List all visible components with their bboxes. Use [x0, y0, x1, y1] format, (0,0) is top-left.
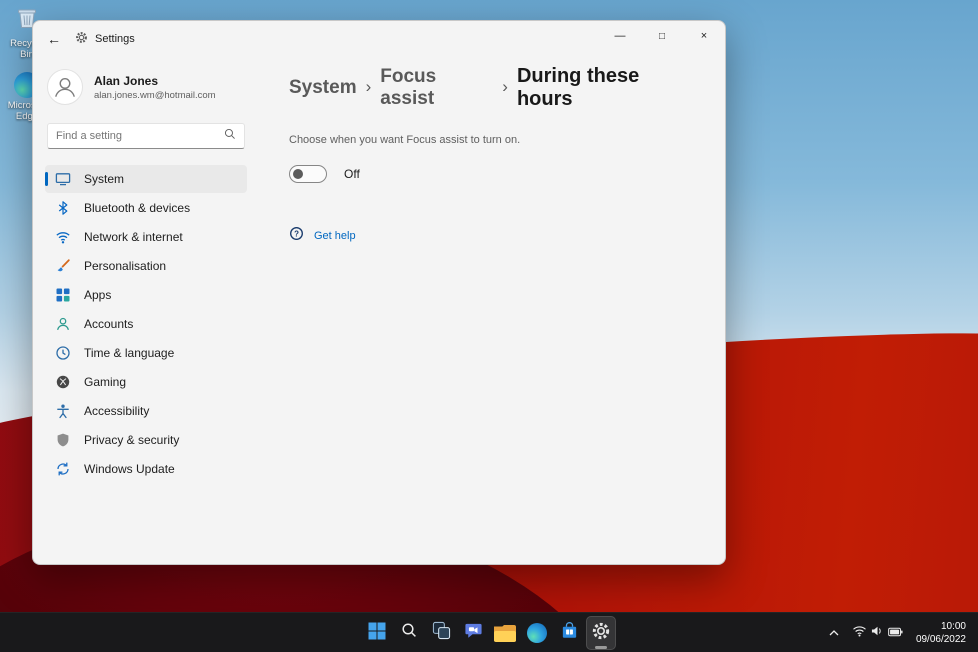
chevron-right-icon: › [502, 77, 508, 96]
chevron-right-icon: › [365, 77, 372, 96]
nav-item-network-internet[interactable]: Network & internet [45, 223, 247, 251]
network-volume-battery-button[interactable] [847, 617, 908, 649]
accounts-person-icon [55, 316, 71, 332]
nav-label: Apps [84, 288, 112, 302]
xbox-icon [55, 374, 71, 390]
clock-icon [55, 345, 71, 361]
clock-time: 10:00 [940, 620, 966, 632]
settings-gear-icon [591, 621, 611, 646]
svg-text:?: ? [294, 229, 299, 238]
tray-overflow-button[interactable] [823, 617, 845, 649]
user-email: alan.jones.wm@hotmail.com [94, 89, 216, 101]
bluetooth-icon [55, 200, 71, 216]
taskbar-search-button[interactable] [394, 616, 424, 650]
account-info: Alan Jones alan.jones.wm@hotmail.com [94, 74, 216, 101]
system-tray: 10:00 09/06/2022 [823, 613, 972, 652]
file-explorer-button[interactable] [490, 616, 520, 650]
nav-label: Gaming [84, 375, 127, 389]
breadcrumb: System › Focus assist › During these hou… [289, 65, 697, 111]
nav-label: Time & language [84, 346, 175, 360]
nav-label: Accessibility [84, 404, 150, 418]
breadcrumb-system[interactable]: System [289, 77, 357, 99]
nav-label: Personalisation [84, 259, 167, 273]
edge-button[interactable] [522, 616, 552, 650]
chat-icon [464, 621, 483, 645]
search-input[interactable] [56, 130, 224, 142]
search-icon [401, 622, 418, 644]
taskbar: 10:00 09/06/2022 [0, 612, 978, 652]
page-description: Choose when you want Focus assist to tur… [289, 134, 521, 146]
volume-icon [871, 624, 884, 642]
nav-label: System [84, 172, 125, 186]
focus-assist-toggle-row: Off [289, 165, 697, 183]
wifi-icon [55, 229, 71, 245]
taskbar-center-icons [361, 613, 617, 652]
app-title: Settings [75, 31, 135, 47]
update-arrows-icon [55, 461, 71, 477]
folder-icon [494, 624, 516, 642]
settings-sidebar: Alan Jones alan.jones.wm@hotmail.com Fin… [33, 57, 259, 564]
nav-label: Bluetooth & devices [84, 201, 191, 215]
nav-item-privacy-security[interactable]: Privacy & security [45, 426, 247, 454]
microsoft-store-button[interactable] [554, 616, 584, 650]
avatar [47, 69, 83, 105]
edge-icon [527, 623, 547, 643]
nav-label: Network & internet [84, 230, 183, 244]
close-button[interactable]: × [683, 21, 725, 51]
settings-search-box[interactable] [47, 123, 245, 149]
settings-gear-icon [75, 31, 88, 47]
nav-item-bluetooth-devices[interactable]: Bluetooth & devices [45, 194, 247, 222]
page-title: During these hours [516, 65, 640, 110]
caption-buttons: — □ × [599, 21, 725, 51]
store-icon [560, 621, 579, 645]
chevron-up-icon [828, 624, 840, 642]
battery-icon [888, 624, 903, 642]
nav-item-accounts[interactable]: Accounts [45, 310, 247, 338]
nav-item-apps[interactable]: Apps [45, 281, 247, 309]
breadcrumb-focus-assist[interactable]: Focus assist [380, 66, 493, 110]
wifi-icon [852, 624, 867, 642]
nav-label: Windows Update [84, 462, 175, 476]
get-help-icon: ? [289, 226, 304, 246]
system-icon [55, 171, 71, 187]
search-icon [224, 127, 236, 145]
back-button[interactable]: ← [37, 25, 71, 53]
minimize-button[interactable]: — [599, 21, 641, 51]
shield-icon [55, 432, 71, 448]
windows-logo-icon [368, 622, 386, 645]
nav-label: Privacy & security [84, 433, 180, 447]
settings-window: ← Settings — □ × Alan Jones alan.jones.w… [32, 20, 726, 565]
focus-assist-toggle[interactable] [289, 165, 327, 183]
nav-label: Accounts [84, 317, 134, 331]
nav-item-time-language[interactable]: Time & language [45, 339, 247, 367]
chat-button[interactable] [458, 616, 488, 650]
nav-item-accessibility[interactable]: Accessibility [45, 397, 247, 425]
accessibility-person-icon [55, 403, 71, 419]
clock[interactable]: 10:00 09/06/2022 [910, 620, 972, 647]
nav-item-system[interactable]: System [45, 165, 247, 193]
clock-date: 09/06/2022 [915, 634, 966, 645]
start-button[interactable] [362, 616, 392, 650]
nav-item-gaming[interactable]: Gaming [45, 368, 247, 396]
settings-content: System › Focus assist › During these hou… [259, 57, 725, 564]
account-row[interactable]: Alan Jones alan.jones.wm@hotmail.com [45, 63, 247, 109]
titlebar: ← Settings — □ × [33, 21, 725, 57]
settings-app-button[interactable] [586, 616, 616, 650]
task-view-button[interactable] [426, 616, 456, 650]
user-name: Alan Jones [94, 73, 159, 88]
help-row: ? Get help [289, 226, 697, 246]
toggle-state-label: Off [344, 167, 360, 181]
brush-icon [55, 258, 71, 274]
apps-grid-icon [55, 287, 71, 303]
task-view-icon [432, 621, 451, 645]
maximize-button[interactable]: □ [641, 21, 683, 51]
nav-item-personalisation[interactable]: Personalisation [45, 252, 247, 280]
toggle-knob [293, 169, 303, 179]
window-title: Settings [95, 33, 135, 45]
get-help-link[interactable]: Get help [314, 230, 356, 242]
nav-item-windows-update[interactable]: Windows Update [45, 455, 247, 483]
settings-nav: System Bluetooth & devices Network & int… [45, 165, 247, 484]
